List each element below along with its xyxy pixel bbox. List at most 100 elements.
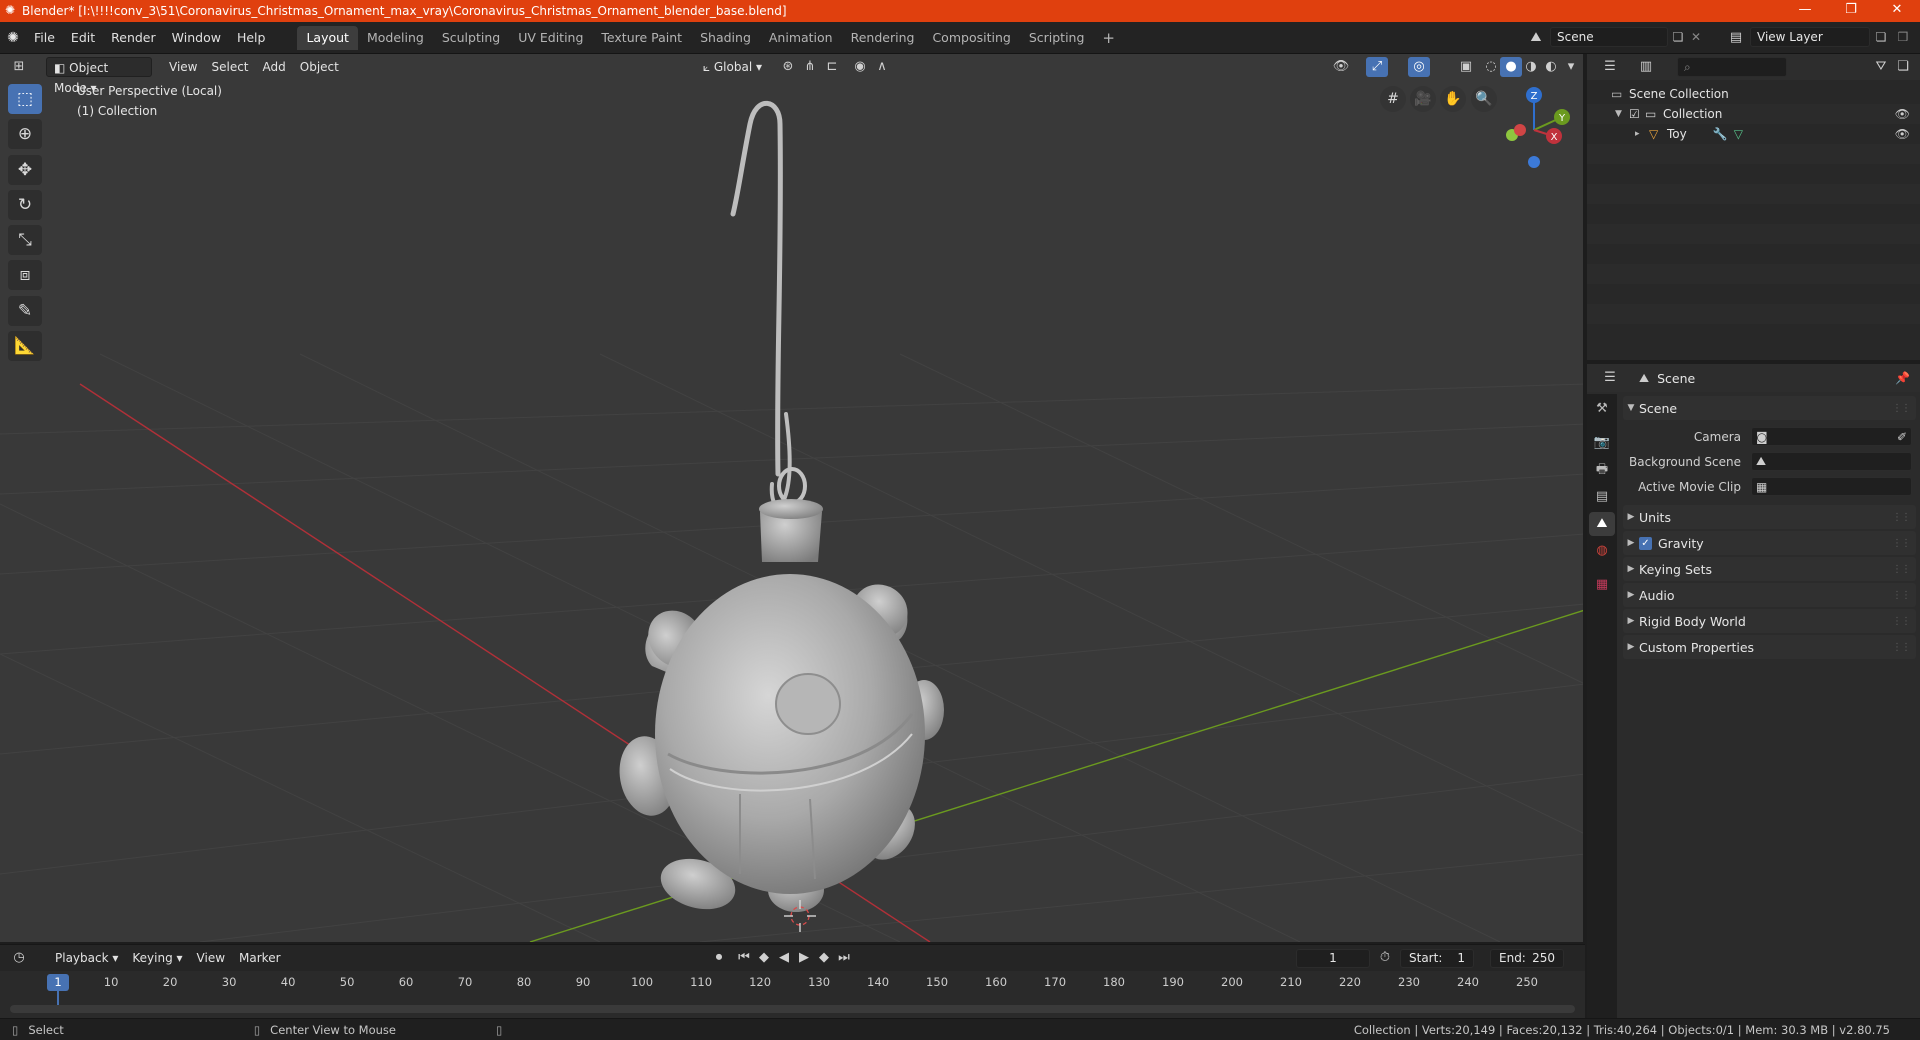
workspace-tab-uv-editing[interactable]: UV Editing [509,26,592,50]
tool-settings-tab-icon[interactable]: ⚒ [1589,397,1615,421]
end-frame-field[interactable]: End: 250 [1490,948,1564,968]
select-box-tool-icon[interactable]: ⬚ [8,84,42,114]
new-view-layer-icon[interactable]: ❏ [1870,30,1892,44]
toy-visibility-eye-icon[interactable]: 👁 [1895,127,1910,141]
shading-wireframe-icon[interactable]: ◌ [1480,57,1502,77]
view-layer-tab-icon[interactable]: ▤ [1589,485,1615,509]
menu-render[interactable]: Render [103,27,164,49]
keying-sets-panel-header[interactable]: ▶ Keying Sets ⋮⋮ [1623,557,1916,581]
minimize-button[interactable]: — [1782,0,1828,22]
drag-grip-icon[interactable]: ⋮⋮ [1892,616,1911,627]
collapse-arrow-icon[interactable]: ▼ [1615,109,1629,119]
workspace-tab-animation[interactable]: Animation [760,26,842,50]
background-scene-field[interactable]: ⛰ [1751,452,1912,471]
filter-icon[interactable]: ⛛ [1870,57,1892,77]
outliner-row-toy[interactable]: ▸ ▽ Toy 🔧 ▽ 👁 [1587,124,1920,144]
3d-viewport[interactable]: ⊞ ◧ Object Mode ▾ View Select Add Object… [0,54,1585,942]
workspace-tab-shading[interactable]: Shading [691,26,760,50]
expand-arrow-icon[interactable]: ▸ [1635,129,1649,139]
navigation-gizmo[interactable]: Z Y X [1490,84,1580,184]
outliner-row-collection[interactable]: ▼ ☑ ▭ Collection 👁 [1587,104,1920,124]
xray-toggle-icon[interactable]: ▣ [1455,57,1477,77]
new-collection-icon[interactable]: ❏ [1892,57,1914,77]
active-movie-clip-field[interactable]: ▦ [1751,477,1912,496]
shading-solid-icon[interactable]: ● [1500,57,1522,77]
workspace-tab-rendering[interactable]: Rendering [842,26,924,50]
custom-properties-panel-header[interactable]: ▶ Custom Properties ⋮⋮ [1623,635,1916,659]
workspace-tab-layout[interactable]: Layout [297,25,358,50]
camera-field[interactable]: ◙ ✐ [1751,427,1912,446]
snap-target-icon[interactable]: ⊏ [821,57,843,77]
units-panel-header[interactable]: ▶ Units ⋮⋮ [1623,505,1916,529]
timeline-menu-playback[interactable]: Playback ▾ [48,948,125,968]
drag-grip-icon[interactable]: ⋮⋮ [1892,590,1911,601]
collection-visibility-eye-icon[interactable]: 👁 [1895,107,1910,121]
scene-tab-icon[interactable]: ⛰ [1589,512,1615,536]
show-gizmo-icon[interactable]: ⤢ [1366,57,1388,77]
exclude-checkbox-icon[interactable]: ☑ [1629,107,1645,121]
start-frame-field[interactable]: Start: 1 [1400,948,1474,968]
outliner-editor-type-icon[interactable]: ☰ [1599,57,1621,77]
viewport-menu-select[interactable]: Select [204,57,255,77]
object-mode-dropdown[interactable]: ◧ Object Mode ▾ [46,57,152,95]
transform-orientation-dropdown[interactable]: ⟀ Global ▾ [696,57,769,77]
properties-editor-type-icon[interactable]: ☰ [1599,368,1621,388]
delete-scene-icon[interactable]: ✕ [1688,30,1704,44]
drag-grip-icon[interactable]: ⋮⋮ [1892,564,1911,575]
cursor-tool-icon[interactable]: ⊕ [8,119,42,149]
preview-range-icon[interactable]: ⏱ [1374,948,1396,968]
workspace-tab-sculpting[interactable]: Sculpting [433,26,509,50]
visibility-selectability-icon[interactable]: 👁 [1330,57,1352,77]
play-reverse-icon[interactable]: ◀ [773,948,795,968]
transform-tool-icon[interactable]: ⧈ [8,260,42,290]
gravity-panel-header[interactable]: ▶ ✓ Gravity ⋮⋮ [1623,531,1916,555]
drag-grip-icon[interactable]: ⋮⋮ [1892,642,1911,653]
menu-help[interactable]: Help [229,27,274,49]
new-scene-icon[interactable]: ❏ [1668,30,1688,44]
camera-view-icon[interactable]: 🎥 [1410,86,1436,112]
maximize-button[interactable]: ❐ [1828,0,1874,22]
viewport-menu-object[interactable]: Object [293,57,346,77]
close-window-button[interactable]: ✕ [1874,0,1920,22]
scene-name-field[interactable]: Scene [1550,27,1668,47]
rigid-body-world-panel-header[interactable]: ▶ Rigid Body World ⋮⋮ [1623,609,1916,633]
shading-options-icon[interactable]: ▾ [1560,57,1582,77]
view-layer-field[interactable]: View Layer [1750,27,1870,47]
drag-grip-icon[interactable]: ⋮⋮ [1892,403,1911,414]
audio-panel-header[interactable]: ▶ Audio ⋮⋮ [1623,583,1916,607]
menu-file[interactable]: File [26,27,63,49]
jump-start-icon[interactable]: ⏮ [733,948,755,968]
snap-icon[interactable]: ⋔ [799,57,821,77]
current-frame-field[interactable]: 1 [1296,948,1370,968]
texture-tab-icon[interactable]: ▦ [1589,573,1615,597]
workspace-tab-scripting[interactable]: Scripting [1020,26,1094,50]
jump-next-keyframe-icon[interactable]: ◆ [813,948,835,968]
pan-view-hand-icon[interactable]: ✋ [1440,86,1466,112]
move-tool-icon[interactable]: ✥ [8,155,42,185]
workspace-tab-compositing[interactable]: Compositing [923,26,1019,50]
annotate-tool-icon[interactable]: ✎ [8,296,42,326]
view-layer-icon[interactable]: ▤ [1722,30,1750,45]
timeline-ruler[interactable]: 1 10 20 30 40 50 60 70 80 90 100 110 120 130 140 150 16… [0,971,1585,1019]
viewport-menu-view[interactable]: View [162,57,204,77]
toggle-grid-icon[interactable]: # [1380,86,1406,112]
drag-grip-icon[interactable]: ⋮⋮ [1892,538,1911,549]
timeline-menu-view[interactable]: View [190,948,232,968]
render-tab-icon[interactable]: 📷 [1589,431,1615,455]
shading-material-icon[interactable]: ◑ [1520,57,1542,77]
timeline-menu-marker[interactable]: Marker [232,948,287,968]
workspace-tab-modeling[interactable]: Modeling [358,26,433,50]
jump-prev-keyframe-icon[interactable]: ◆ [753,948,775,968]
scene-selector-icon[interactable]: ⛰ [1522,30,1550,45]
modifier-wrench-icon[interactable]: 🔧 [1713,127,1728,141]
measure-tool-icon[interactable]: 📐 [8,331,42,361]
viewport-scene[interactable] [0,54,1585,942]
scene-panel-header[interactable]: ▼ Scene ⋮⋮ [1623,396,1916,420]
timeline-editor-type-icon[interactable]: ◷ [8,948,30,968]
viewport-menu-add[interactable]: Add [256,57,293,77]
world-tab-icon[interactable]: ◍ [1589,539,1615,563]
record-keyframes-icon[interactable]: ⏺ [708,948,730,968]
outliner-row-scene-collection[interactable]: ▭ Scene Collection [1587,84,1920,104]
jump-end-icon[interactable]: ⏭ [833,948,855,968]
delete-view-layer-icon[interactable]: ❒ [1892,30,1914,44]
